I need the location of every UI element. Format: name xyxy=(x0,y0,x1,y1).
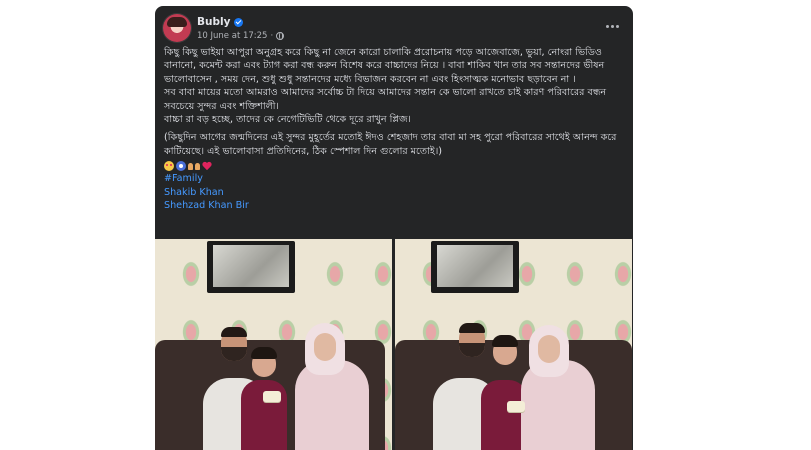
child-hair xyxy=(251,347,277,359)
more-dot xyxy=(615,24,619,28)
verified-badge-icon xyxy=(234,17,244,27)
post-photo-1[interactable] xyxy=(155,239,392,450)
meta-separator: · xyxy=(270,31,274,41)
evil-eye-icon xyxy=(176,160,186,171)
facebook-post: Bubly 10 June at 17:25 · কিছু কিছু ভাইয়… xyxy=(155,6,633,450)
author-name[interactable]: Bubly xyxy=(197,16,230,28)
post-paragraph: সব বাবা মায়ের মতো আমরাও আমাদের সর্বোচ্চ… xyxy=(164,87,607,112)
photo-grid xyxy=(155,239,633,450)
tag-shakib-khan[interactable]: Shakib Khan xyxy=(164,186,224,200)
emoji-row xyxy=(164,159,626,172)
globe-icon[interactable] xyxy=(276,32,285,40)
author-row: Bubly xyxy=(197,15,244,29)
painting-canvas xyxy=(213,245,289,287)
birthday-cake xyxy=(507,401,525,412)
raising-hands-icon xyxy=(188,161,200,171)
painting-canvas xyxy=(437,245,513,287)
child-hair xyxy=(492,335,518,347)
wall-painting xyxy=(207,241,295,293)
mother-head xyxy=(314,333,336,361)
birthday-cake xyxy=(263,391,281,402)
wall-painting xyxy=(431,241,519,293)
post-text: কিছু কিছু ভাইয়া আপুরা অনুগ্রহ করে কিছু … xyxy=(164,46,626,213)
post-header: Bubly 10 June at 17:25 · xyxy=(155,6,633,48)
author-avatar[interactable] xyxy=(163,14,191,42)
more-horizontal-icon xyxy=(605,24,609,28)
mother-head xyxy=(538,335,560,363)
more-dot xyxy=(610,24,614,28)
screen: Bubly 10 June at 17:25 · কিছু কিছু ভাইয়… xyxy=(0,0,811,450)
post-paragraph: বাচ্চা রা বড় হচ্ছে, তাদের কে নেগেটিভিটি… xyxy=(164,114,411,126)
post-paragraph: কিছু কিছু ভাইয়া আপুরা অনুগ্রহ করে কিছু … xyxy=(164,47,605,85)
post-paragraph: (কিছুদিন আগের জন্মদিনের এই সুন্দর মুহূর্… xyxy=(164,132,617,157)
hashtag-family[interactable]: #Family xyxy=(164,172,203,186)
post-meta: 10 June at 17:25 · xyxy=(197,30,285,42)
heart-icon xyxy=(202,161,212,171)
tag-shehzad-khan-bir[interactable]: Shehzad Khan Bir xyxy=(164,199,249,213)
post-date[interactable]: 10 June at 17:25 xyxy=(197,31,267,41)
father-hair xyxy=(459,323,485,333)
more-options-button[interactable] xyxy=(601,18,623,34)
avatar-hair xyxy=(167,17,187,27)
father-hair xyxy=(221,327,247,337)
post-photo-2[interactable] xyxy=(395,239,632,450)
smiling-face-with-hearts-icon xyxy=(164,160,174,171)
